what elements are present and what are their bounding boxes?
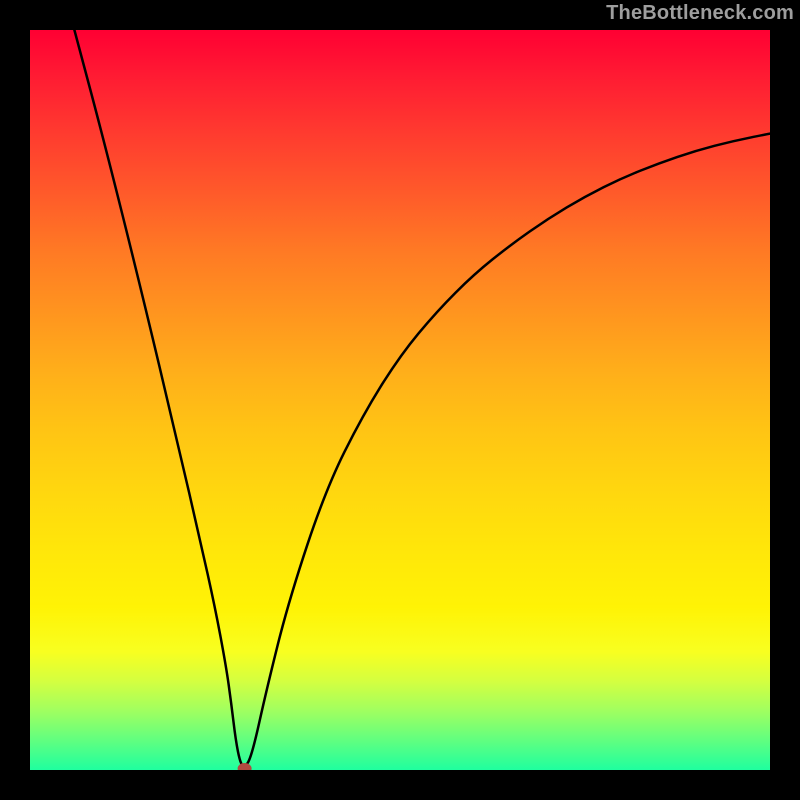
bottleneck-curve [74,30,770,766]
plot-area [30,30,770,770]
watermark: TheBottleneck.com [606,2,794,25]
chart-frame: TheBottleneck.com [0,0,800,800]
minimum-marker [238,763,252,770]
curve-svg [30,30,770,770]
